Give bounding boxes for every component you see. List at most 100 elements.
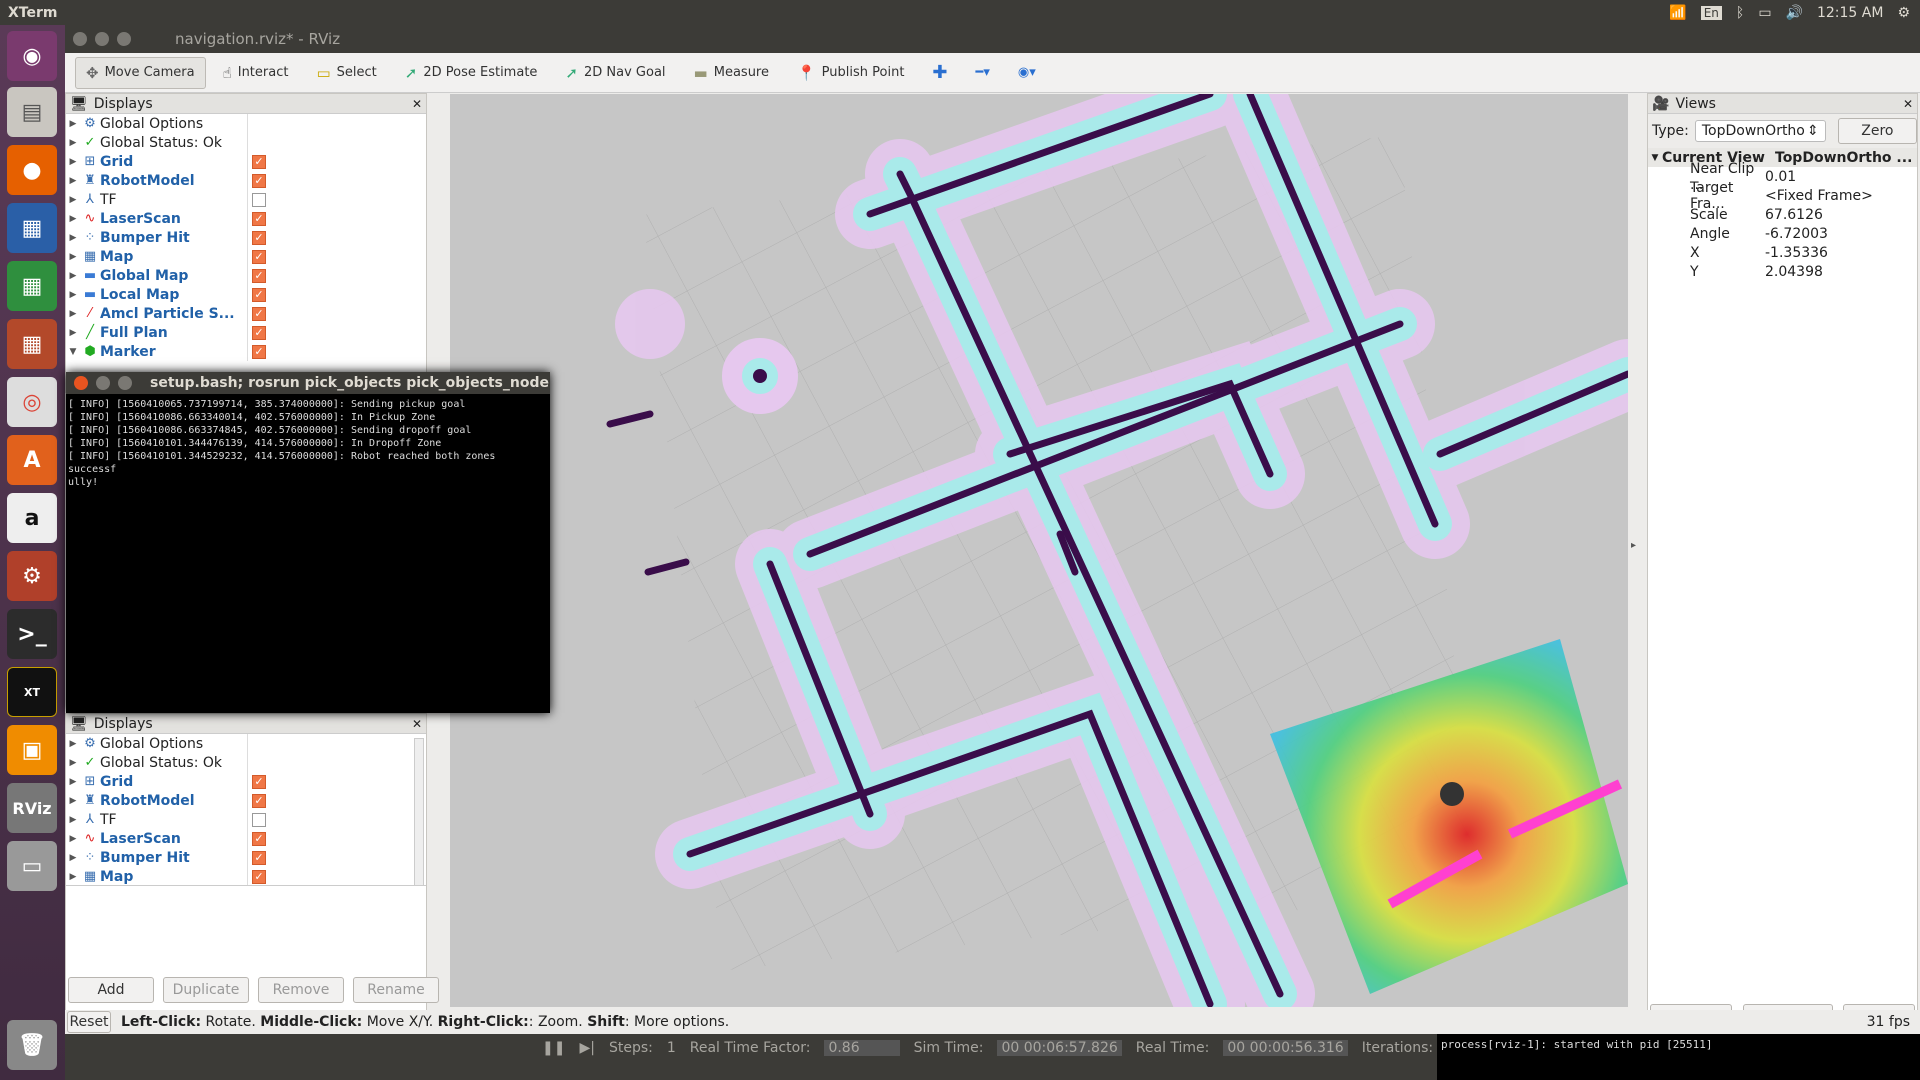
- steps-value[interactable]: 1: [667, 1040, 676, 1056]
- tree-row[interactable]: ▶ ▬ Local Map ✓: [66, 285, 426, 304]
- tree-row[interactable]: ▶ ⁄ Amcl Particle S... ✓: [66, 304, 426, 323]
- rename-display-button[interactable]: Rename: [353, 977, 439, 1003]
- tree-row[interactable]: ▶ ▬ Global Map ✓: [66, 266, 426, 285]
- chrome-icon[interactable]: ◎: [7, 377, 57, 427]
- expand-arrow-icon[interactable]: ▶: [66, 157, 80, 167]
- battery-icon[interactable]: ▭: [1758, 5, 1771, 21]
- reset-button[interactable]: Reset: [67, 1011, 111, 1033]
- enable-checkbox[interactable]: [252, 192, 266, 207]
- gazebo-icon[interactable]: ▣: [7, 725, 57, 775]
- expand-arrow-icon[interactable]: ▶: [66, 834, 80, 844]
- tree-row[interactable]: ▶ ⊞ Grid ✓: [66, 772, 426, 791]
- maximize-window-icon[interactable]: [117, 32, 131, 46]
- tree-row[interactable]: ▶ ▦ Map ✓: [66, 247, 426, 266]
- xterm-icon[interactable]: XT: [7, 667, 57, 717]
- map-render[interactable]: [450, 94, 1628, 1007]
- tree-row[interactable]: ▶ ╱ Full Plan ✓: [66, 323, 426, 342]
- publish-point-tool[interactable]: 📍 Publish Point: [786, 57, 915, 89]
- enable-checkbox[interactable]: ✓: [252, 211, 266, 226]
- expand-arrow-icon[interactable]: ▶: [66, 815, 80, 825]
- add-display-button[interactable]: Add: [68, 977, 154, 1003]
- maximize-window-icon[interactable]: [118, 376, 132, 390]
- enable-checkbox[interactable]: ✓: [252, 249, 266, 264]
- pause-icon[interactable]: ❚❚: [542, 1040, 565, 1056]
- ubuntu-dash-icon[interactable]: ◉: [7, 31, 57, 81]
- zero-button[interactable]: Zero: [1837, 118, 1917, 144]
- enable-checkbox[interactable]: ✓: [252, 831, 266, 846]
- rviz-icon[interactable]: RViz: [7, 783, 57, 833]
- enable-checkbox[interactable]: ✓: [252, 287, 266, 302]
- expand-arrow-icon[interactable]: ▶: [66, 290, 80, 300]
- enable-checkbox[interactable]: ✓: [252, 268, 266, 283]
- close-window-icon[interactable]: [73, 32, 87, 46]
- view-property-row[interactable]: Target Fra... <Fixed Frame>: [1648, 180, 1917, 212]
- expand-arrow-icon[interactable]: ▶: [66, 739, 80, 749]
- expand-arrow-icon[interactable]: ▶: [66, 796, 80, 806]
- duplicate-display-button[interactable]: Duplicate: [163, 977, 249, 1003]
- software-center-icon[interactable]: A: [7, 435, 57, 485]
- 3d-viewport[interactable]: [450, 94, 1628, 1007]
- enable-checkbox[interactable]: ✓: [252, 230, 266, 245]
- expand-arrow-icon[interactable]: ▶: [66, 328, 80, 338]
- expand-arrow-icon[interactable]: ▼: [66, 347, 80, 357]
- tree-row[interactable]: ▶ ✓ Global Status: Ok: [66, 753, 426, 772]
- property-value[interactable]: -1.35336: [1761, 245, 1828, 261]
- view-property-row[interactable]: Scale 67.6126: [1648, 205, 1917, 224]
- files-icon[interactable]: ▤: [7, 87, 57, 137]
- enable-checkbox[interactable]: ✓: [252, 173, 266, 188]
- xterm-window[interactable]: setup.bash; rosrun pick_objects pick_obj…: [66, 372, 550, 713]
- enable-checkbox[interactable]: ✓: [252, 154, 266, 169]
- tree-row[interactable]: ▶ ♜ RobotModel ✓: [66, 171, 426, 190]
- tool-properties-button[interactable]: ◉▾: [1007, 57, 1047, 89]
- property-value[interactable]: <Fixed Frame>: [1761, 188, 1873, 204]
- clock[interactable]: 12:15 AM: [1817, 5, 1883, 21]
- view-type-select[interactable]: TopDownOrtho ⇕: [1694, 120, 1826, 142]
- pose-estimate-tool[interactable]: ➚ 2D Pose Estimate: [394, 57, 549, 89]
- tree-row[interactable]: ▼ ⬢ Marker ✓: [66, 342, 426, 361]
- close-icon[interactable]: ✕: [412, 97, 422, 111]
- expand-arrow-icon[interactable]: ▶: [66, 138, 80, 148]
- tree-row[interactable]: ▶ ♜ RobotModel ✓: [66, 791, 426, 810]
- enable-checkbox[interactable]: [252, 812, 266, 827]
- select-tool[interactable]: ▭ Select: [305, 57, 387, 89]
- volume-icon[interactable]: 🔊: [1786, 5, 1803, 21]
- terminal-output[interactable]: [ INFO] [1560410065.737199714, 385.37400…: [66, 394, 550, 493]
- tree-row[interactable]: ▶ ✓ Global Status: Ok: [66, 133, 426, 152]
- writer-icon[interactable]: ▦: [7, 203, 57, 253]
- launch-terminal[interactable]: process[rviz-1]: started with pid [25511…: [1437, 1034, 1920, 1080]
- enable-checkbox[interactable]: ✓: [252, 306, 266, 321]
- remove-display-button[interactable]: Remove: [258, 977, 344, 1003]
- tree-row[interactable]: ▶ ⅄ TF: [66, 190, 426, 209]
- tree-row[interactable]: ▶ ⁘ Bumper Hit ✓: [66, 848, 426, 867]
- tree-row[interactable]: ▶ ⁘ Bumper Hit ✓: [66, 228, 426, 247]
- tree-scrollbar[interactable]: [414, 738, 424, 886]
- add-tool-button[interactable]: ✚: [921, 57, 958, 89]
- tree-row[interactable]: ▶ ⚙ Global Options: [66, 734, 426, 753]
- expand-arrow-icon[interactable]: ▶: [66, 176, 80, 186]
- property-value[interactable]: -6.72003: [1761, 226, 1828, 242]
- property-value[interactable]: 2.04398: [1761, 264, 1823, 280]
- property-value[interactable]: 67.6126: [1761, 207, 1823, 223]
- view-property-row[interactable]: X -1.35336: [1648, 243, 1917, 262]
- tree-row[interactable]: ▶ ⊞ Grid ✓: [66, 152, 426, 171]
- collapse-panel-arrow[interactable]: ▸: [1631, 540, 1636, 551]
- expand-arrow-icon[interactable]: ▶: [66, 214, 80, 224]
- firefox-icon[interactable]: ●: [7, 145, 57, 195]
- expand-arrow-icon[interactable]: ▶: [66, 195, 80, 205]
- terminal-icon[interactable]: >_: [7, 609, 57, 659]
- expand-arrow-icon[interactable]: ▶: [66, 758, 80, 768]
- keyboard-language[interactable]: En: [1700, 5, 1722, 20]
- expand-arrow-icon[interactable]: ▶: [66, 853, 80, 863]
- view-property-row[interactable]: Angle -6.72003: [1648, 224, 1917, 243]
- nav-goal-tool[interactable]: ➚ 2D Nav Goal: [554, 57, 676, 89]
- tree-row[interactable]: ▶ ▦ Map ✓: [66, 867, 426, 885]
- view-property-row[interactable]: Y 2.04398: [1648, 262, 1917, 281]
- impress-icon[interactable]: ▦: [7, 319, 57, 369]
- enable-checkbox[interactable]: ✓: [252, 325, 266, 340]
- calc-icon[interactable]: ▦: [7, 261, 57, 311]
- expand-arrow-icon[interactable]: ▶: [66, 872, 80, 882]
- drive-icon[interactable]: ▭: [7, 841, 57, 891]
- amazon-icon[interactable]: a: [7, 493, 57, 543]
- wifi-icon[interactable]: 📶: [1669, 5, 1686, 21]
- enable-checkbox[interactable]: ✓: [252, 850, 266, 865]
